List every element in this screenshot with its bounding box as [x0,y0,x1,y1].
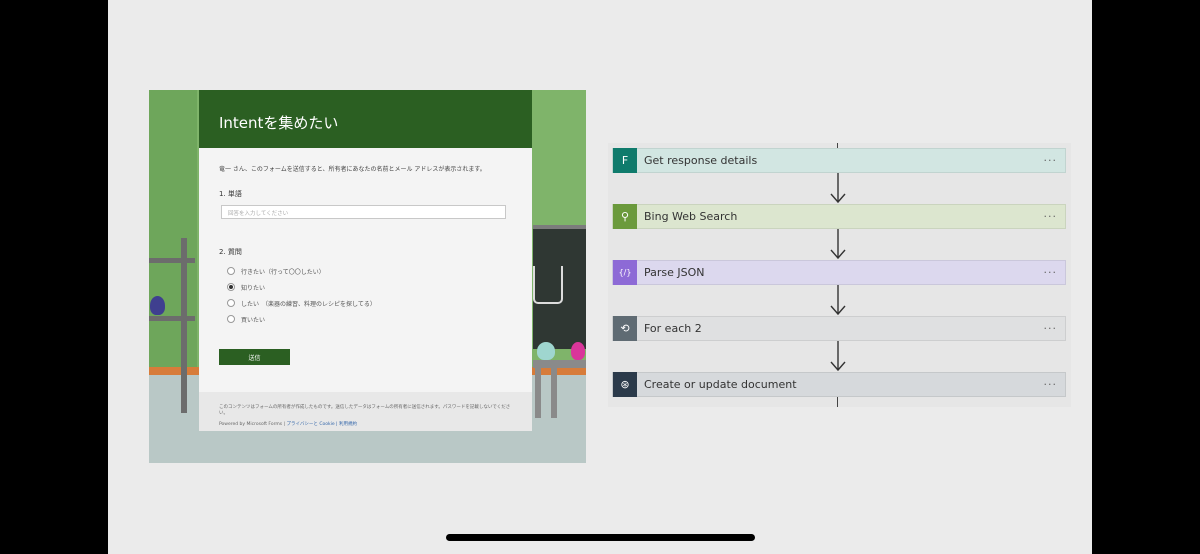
flow-step-title: Parse JSON [644,266,705,279]
question-2-label: 2. 質問 [219,248,242,256]
question-1-label: 1. 単語 [219,190,242,198]
flow-step-title: For each 2 [644,322,702,335]
flask-illustration [150,296,165,315]
flow-step-card[interactable]: ⊛ Create or update document ··· [612,372,1066,397]
flow-arrow-icon [830,285,846,316]
form-footer: このコンテンツはフォームの所有者が作成したものです。送信したデータはフォームの所… [199,392,532,431]
lab-table-leg [535,368,541,418]
footer-disclaimer: このコンテンツはフォームの所有者が作成したものです。送信したデータはフォームの所… [219,405,511,416]
radio-option-go[interactable]: 行きたい（行って〇〇したい） [227,263,512,279]
radio-option-buy[interactable]: 買いたい [227,311,512,327]
shelf-bar [149,258,195,263]
submit-button[interactable]: 送信 [219,349,290,365]
cosmos-db-icon: ⊛ [613,372,637,397]
shelf-bar [149,316,195,321]
lab-table [533,360,586,368]
radio-circle[interactable] [227,315,235,323]
form-card: Intentを集めたい 竜一 さん、このフォームを送信すると、所有者にあなたの名… [199,90,532,431]
flow-arrow-icon [830,173,846,204]
flow-screenshot: F Get response details ··· ⚲ Bing Web Search… [608,143,1071,407]
shelf-post [181,238,187,413]
flow-step-title: Bing Web Search [644,210,738,223]
flow-arrow-icon [830,341,846,372]
flow-step-card[interactable]: ⚲ Bing Web Search ··· [612,204,1066,229]
flow-step-title: Get response details [644,154,758,167]
home-indicator [446,534,755,541]
radio-option-label: 知りたい [241,284,266,292]
flow-step-card[interactable]: {/} Parse JSON ··· [612,260,1066,285]
radio-option-label: 買いたい [241,316,266,324]
form-intro-text: 竜一 さん、このフォームを送信すると、所有者にあなたの名前とメール アドレスが表… [219,166,486,173]
more-options-icon[interactable]: ··· [1044,210,1058,223]
footer-powered-by: Powered by Microsoft Forms | [219,422,286,427]
flow-step-card[interactable]: ⟲ For each 2 ··· [612,316,1066,341]
loop-icon: ⟲ [613,316,637,341]
radio-circle[interactable] [227,299,235,307]
flow-connector [837,397,838,407]
more-options-icon[interactable]: ··· [1044,378,1058,391]
lab-wall-shadow [149,90,197,380]
forms-screenshot: Intentを集めたい 竜一 さん、このフォームを送信すると、所有者にあなたの名… [149,90,586,463]
radio-option-do[interactable]: したい （楽器の練習、料理のレシピを探してる） [227,295,512,311]
radio-option-label: したい （楽器の練習、料理のレシピを探してる） [241,300,376,308]
radio-circle[interactable] [227,267,235,275]
radio-circle-selected[interactable] [227,283,235,291]
lab-table-leg [551,368,557,418]
more-options-icon[interactable]: ··· [1044,322,1058,335]
answer-input[interactable]: 回答を入力してください [221,205,506,219]
parse-json-icon: {/} [613,260,637,285]
radio-option-know[interactable]: 知りたい [227,279,512,295]
radio-option-label: 行きたい（行って〇〇したい） [241,268,325,276]
more-options-icon[interactable]: ··· [1044,266,1058,279]
more-options-icon[interactable]: ··· [1044,154,1058,167]
flow-step-title: Create or update document [644,378,797,391]
bing-search-icon: ⚲ [613,204,637,229]
flow-arrow-icon [830,229,846,260]
footer-links[interactable]: プライバシーと Cookie | 利用規約 [287,422,358,427]
flask-illustration [571,342,585,360]
flask-illustration [537,342,555,360]
forms-icon: F [613,148,637,173]
beaker-illustration [533,266,563,304]
flow-step-card[interactable]: F Get response details ··· [612,148,1066,173]
form-title: Intentを集めたい [199,90,532,148]
